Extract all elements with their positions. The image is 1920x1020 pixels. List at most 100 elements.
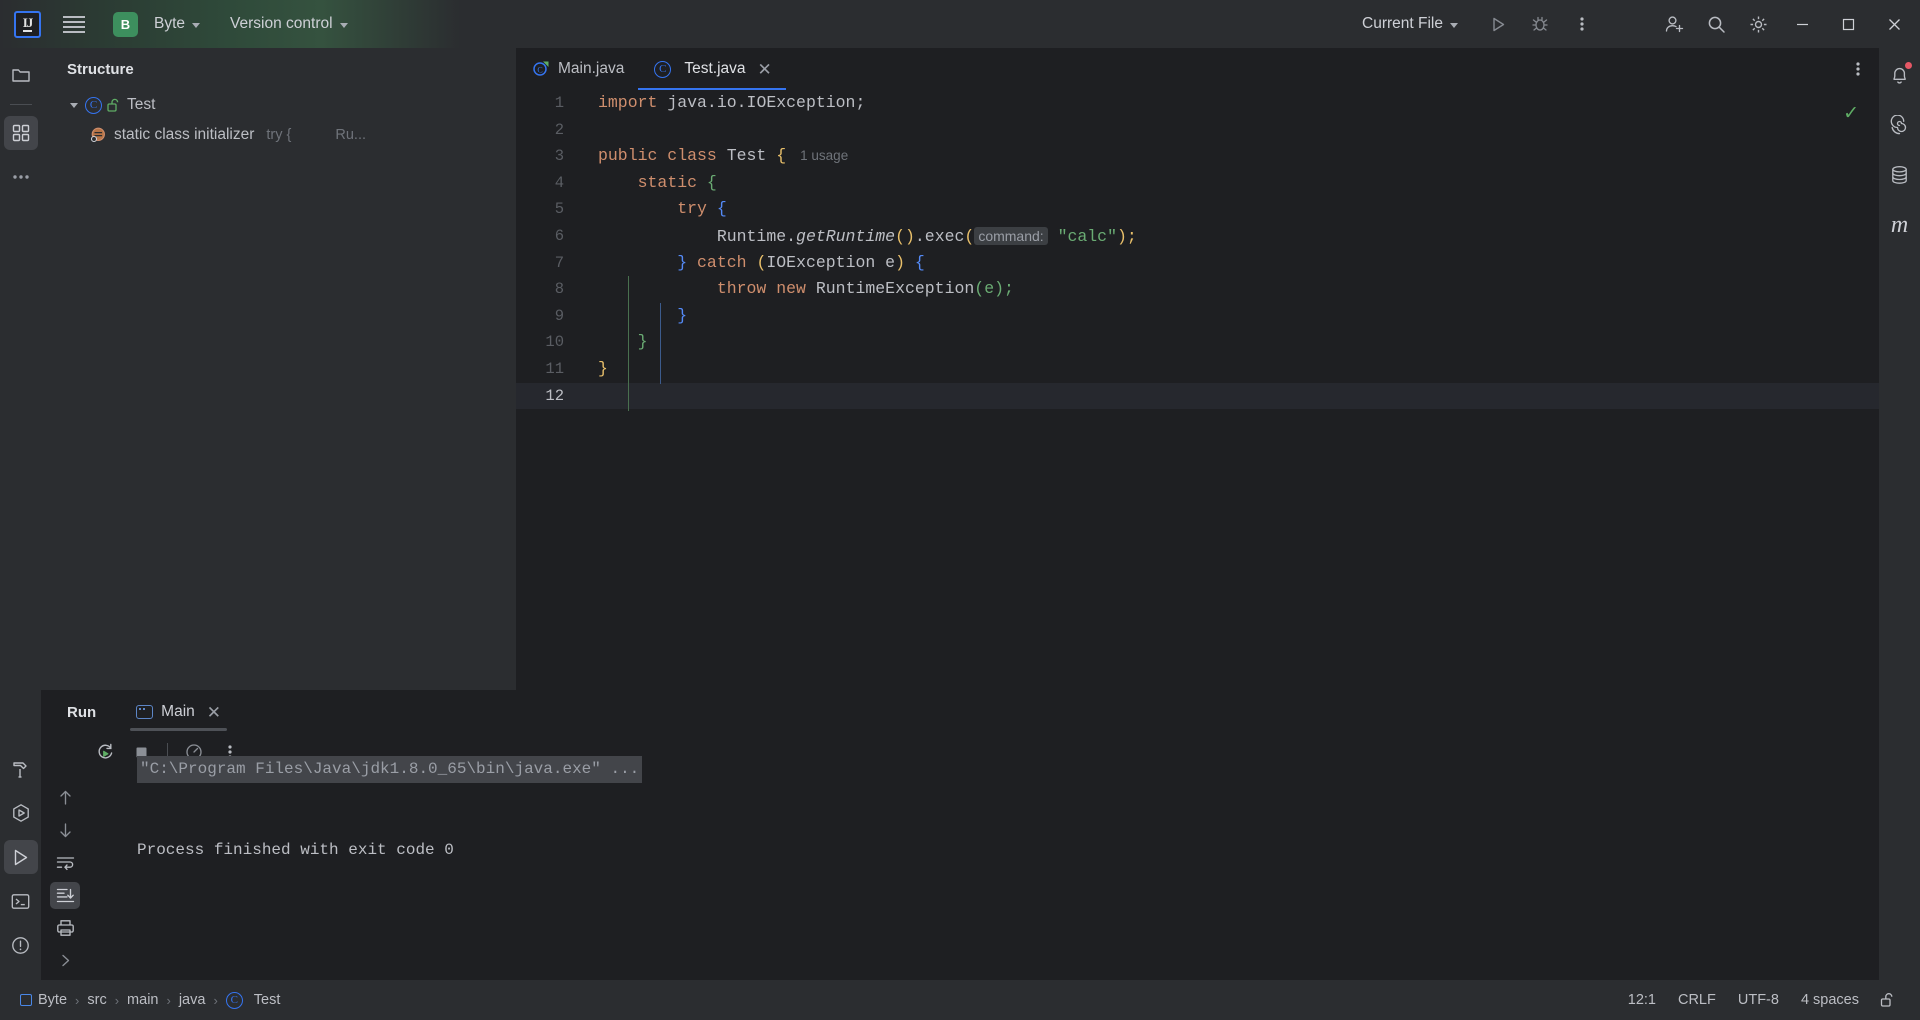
line-number: 11	[545, 359, 564, 378]
line-number: 3	[554, 147, 564, 166]
run-panel-title: Run	[67, 703, 97, 721]
search-icon[interactable]	[1696, 4, 1736, 44]
sidebar-item-project[interactable]	[4, 58, 38, 92]
run-button[interactable]	[1478, 4, 1518, 44]
sidebar-item-problems[interactable]	[4, 928, 38, 962]
breadcrumb-label: src	[87, 992, 107, 1008]
sidebar-item-run[interactable]	[3, 840, 38, 874]
code-method: getRuntime	[796, 226, 896, 246]
ai-assistant-icon[interactable]	[1883, 108, 1917, 142]
tree-expand-toggle[interactable]	[63, 102, 85, 108]
breadcrumb-item-java[interactable]: java	[173, 990, 212, 1010]
sidebar-item-build[interactable]	[4, 752, 38, 786]
sidebar-item-more-tool-windows[interactable]	[4, 160, 38, 194]
code-brace: {	[706, 172, 717, 192]
code-lines: import java.io.IOException; public class…	[578, 90, 1879, 411]
editor-tabs-more-icon[interactable]	[1837, 48, 1879, 90]
code-string: "calc"	[1057, 226, 1117, 246]
editor-tab-test-java[interactable]: C Test.java ✕	[638, 48, 787, 90]
window-minimize-button[interactable]	[1780, 0, 1824, 48]
run-config-chevron-down-icon	[1450, 22, 1458, 28]
window-close-button[interactable]	[1872, 0, 1916, 48]
breadcrumb-label: main	[127, 992, 159, 1008]
static-initializer-icon	[89, 126, 107, 144]
structure-node-detail: try {	[266, 127, 292, 143]
breadcrumb-separator: ›	[114, 992, 120, 1008]
line-separator-widget[interactable]: CRLF	[1667, 988, 1727, 1012]
code-keyword: static	[637, 172, 707, 192]
structure-tree-node-static-initializer[interactable]: static class initializer try { Ru...	[41, 120, 516, 150]
line-number: 8	[554, 280, 564, 299]
database-icon[interactable]	[1883, 158, 1917, 192]
caret-position-widget[interactable]: 12:1	[1617, 988, 1667, 1012]
titlebar-left-group: IJ B Byte Version control	[0, 7, 356, 41]
editor-tab-main-java[interactable]: C Main.java	[516, 48, 638, 90]
main-menu-icon[interactable]	[57, 7, 91, 41]
usage-inlay-hint[interactable]: 1 usage	[800, 148, 848, 163]
code-type: RuntimeException	[815, 279, 975, 299]
run-tab-close-icon[interactable]: ✕	[207, 704, 221, 721]
scroll-up-button[interactable]	[50, 784, 80, 811]
rerun-button[interactable]	[89, 737, 121, 767]
code-line-5: try {	[578, 196, 1879, 223]
breadcrumb-item-test[interactable]: C Test	[220, 990, 287, 1011]
account-icon[interactable]	[1654, 4, 1694, 44]
window-maximize-button[interactable]	[1826, 0, 1870, 48]
vcs-chevron-down-icon	[339, 22, 348, 28]
run-tool-window: Run Main ✕ "C:\Program Files\Java\jdk1.8…	[41, 690, 1879, 980]
line-number: 2	[554, 120, 564, 139]
structure-node-label: static class initializer	[114, 126, 255, 143]
expand-chevron-right-icon[interactable]	[50, 947, 80, 974]
status-bar: Byte › src › main › java › C Test 12:1 C…	[0, 980, 1920, 1020]
more-actions-button[interactable]	[1562, 4, 1602, 44]
encoding-widget[interactable]: UTF-8	[1727, 988, 1790, 1012]
sidebar-item-structure[interactable]	[3, 116, 38, 150]
code-line-11: }	[578, 356, 1879, 383]
sidebar-item-terminal[interactable]	[4, 884, 38, 918]
scroll-to-end-button[interactable]	[50, 882, 80, 909]
soft-wrap-button[interactable]	[50, 849, 80, 876]
code-paren: );	[994, 279, 1014, 299]
code-keyword: public class	[598, 146, 717, 166]
structure-tree-node-test[interactable]: C Test	[41, 90, 516, 120]
indent-widget[interactable]: 4 spaces	[1790, 988, 1870, 1012]
debug-button[interactable]	[1520, 4, 1560, 44]
intellij-idea-window: IJ B Byte Version control Current File m…	[0, 0, 1920, 1020]
scroll-down-button[interactable]	[50, 817, 80, 844]
editor-tab-label: Main.java	[558, 60, 625, 77]
console-output[interactable]: "C:\Program Files\Java\jdk1.8.0_65\bin\j…	[137, 756, 1879, 980]
code-dot: .exec	[914, 226, 965, 246]
run-config-label: Current File	[1362, 15, 1443, 32]
run-configuration-widget[interactable]: Current File	[1354, 11, 1466, 37]
maven-glyph: m	[1890, 211, 1909, 238]
breadcrumb-item-byte[interactable]: Byte	[14, 990, 73, 1010]
tab-close-icon[interactable]: ✕	[758, 61, 772, 78]
breadcrumb-label: Byte	[38, 992, 68, 1008]
activity-bar-divider	[9, 104, 32, 105]
maven-icon[interactable]: m	[1883, 208, 1917, 242]
sidebar-item-run-anything[interactable]	[4, 796, 38, 830]
runnable-class-icon: C	[532, 60, 550, 78]
breadcrumb-item-src[interactable]: src	[81, 990, 112, 1010]
inspection-status-icon[interactable]: ✓	[1843, 102, 1859, 125]
print-button[interactable]	[50, 915, 80, 942]
chevron-down-icon	[70, 102, 78, 108]
editor-gutter[interactable]: 1 2 3 4 5 6 7 8 9 10 11 12	[516, 90, 578, 690]
version-control-widget[interactable]: Version control	[222, 11, 356, 37]
structure-node-detail-secondary: Ru...	[335, 127, 367, 143]
code-editor[interactable]: 1 2 3 4 5 6 7 8 9 10 11 12 import java.i…	[516, 90, 1879, 690]
run-tab-main[interactable]: Main ✕	[130, 690, 227, 734]
code-brace: }	[677, 252, 698, 272]
code-variable: e	[984, 279, 995, 299]
settings-gear-icon[interactable]	[1738, 4, 1778, 44]
read-write-lock-icon[interactable]	[1870, 988, 1906, 1012]
breadcrumb-label: java	[178, 992, 206, 1008]
code-brace: }	[677, 305, 688, 325]
code-line-9: }	[578, 303, 1879, 330]
project-badge: B	[113, 11, 138, 37]
breadcrumb-item-main[interactable]: main	[121, 990, 164, 1010]
project-widget[interactable]: B Byte	[105, 8, 208, 41]
code-keyword: catch	[697, 252, 757, 272]
notifications-bell-icon[interactable]	[1883, 58, 1917, 92]
